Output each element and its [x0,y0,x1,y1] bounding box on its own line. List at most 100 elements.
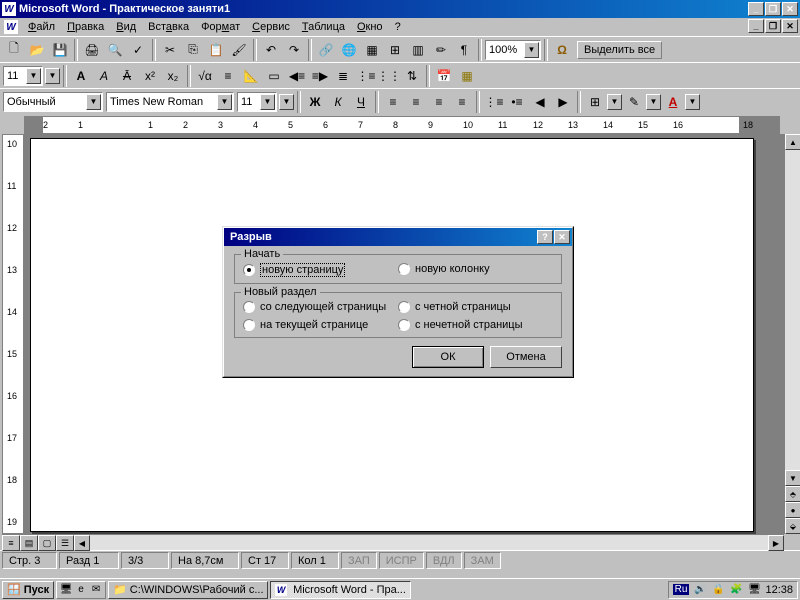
menu-edit[interactable]: Правка [61,19,110,35]
scroll-right-icon[interactable]: ▶ [768,535,784,551]
restore-button[interactable]: ❐ [765,2,781,16]
menu-window[interactable]: Окно [351,19,389,35]
underline-icon[interactable]: Ч [350,91,372,113]
show-paragraph-icon[interactable]: ¶ [453,39,475,61]
borders-icon[interactable]: ⊞ [584,91,606,113]
radio-next-page[interactable]: со следующей страницы [243,301,398,313]
dialog-help-button[interactable]: ? [537,230,553,244]
textbox-icon[interactable]: ▭ [263,65,285,87]
menu-view[interactable]: Вид [110,19,142,35]
bullet-list-icon[interactable]: ⋮≡ [355,65,377,87]
dialog-titlebar[interactable]: Разрыв ? ✕ [224,228,572,246]
columns-icon[interactable]: ▥ [407,39,429,61]
new-doc-icon[interactable]: 🗋 [3,39,25,61]
print-preview-icon[interactable]: 🔍 [104,39,126,61]
font-color-icon[interactable]: A [662,91,684,113]
align-right-icon[interactable]: ≡ [428,91,450,113]
menu-help[interactable]: ? [389,19,407,35]
tables-borders-icon[interactable]: ▦ [361,39,383,61]
web-toolbar-icon[interactable]: 🌐 [338,39,360,61]
chevron-down-icon[interactable]: ▼ [524,42,539,58]
oe-icon[interactable]: ✉ [89,583,103,597]
scroll-left-icon[interactable]: ◀ [74,535,90,551]
num-list-icon[interactable]: ≣ [332,65,354,87]
prev-page-icon[interactable]: ⬘ [785,486,800,502]
minimize-button[interactable]: _ [748,2,764,16]
insert-table-icon[interactable]: ⊞ [384,39,406,61]
cancel-button[interactable]: Отмена [490,346,562,368]
scroll-up-icon[interactable]: ▲ [785,134,800,150]
menu-table[interactable]: Таблица [296,19,351,35]
vertical-ruler[interactable]: 10111213141516171819 [2,134,24,534]
chevron-down-icon[interactable]: ▼ [86,94,101,110]
bullets-icon[interactable]: •≡ [506,91,528,113]
drawing-icon[interactable]: ✏ [430,39,452,61]
sort-icon[interactable]: ⇅ [401,65,423,87]
bold-icon[interactable]: Ж [304,91,326,113]
cut-icon[interactable]: ✂ [159,39,181,61]
menu-format[interactable]: Формат [195,19,246,35]
outline-view-icon[interactable]: ☰ [56,535,74,551]
hyperlink-icon[interactable]: 🔗 [315,39,337,61]
align-left-icon[interactable]: ≡ [382,91,404,113]
print-icon[interactable]: 🖨 [81,39,103,61]
size-combo[interactable]: 11 ▼ [237,92,277,112]
save-icon[interactable]: 💾 [49,39,71,61]
mdi-restore-button[interactable]: ❐ [765,19,781,33]
online-view-icon[interactable]: ▤ [20,535,38,551]
language-indicator[interactable]: Ru [673,584,690,595]
spelling-icon[interactable]: ✓ [127,39,149,61]
radio-odd-page[interactable]: с нечетной страницы [398,319,553,331]
mdi-close-button[interactable]: ✕ [782,19,798,33]
tray-app-icon[interactable]: 🧩 [729,583,743,597]
chevron-down-icon[interactable]: ▼ [260,94,275,110]
decrease-indent-icon[interactable]: ◀ [529,91,551,113]
align-center-icon[interactable]: ≡ [405,91,427,113]
style-combo[interactable]: Обычный ▼ [3,92,103,112]
page-view-icon[interactable]: ▢ [38,535,56,551]
radio-new-page[interactable]: новую страницу [243,263,398,277]
font-size-combo2[interactable]: 11 ▼ [3,66,43,86]
dialog-close-button[interactable]: ✕ [554,230,570,244]
superscript-icon[interactable]: x² [139,65,161,87]
mdi-minimize-button[interactable]: _ [748,19,764,33]
close-button[interactable]: ✕ [782,2,798,16]
scroll-down-icon[interactable]: ▼ [785,470,800,486]
sqrt-icon[interactable]: √α [194,65,216,87]
horizontal-ruler[interactable]: 211234567891011121314151618 [24,116,780,134]
browse-object-icon[interactable]: ● [785,502,800,518]
multilevel-icon[interactable]: ⋮⋮ [378,65,400,87]
open-icon[interactable]: 📂 [26,39,48,61]
font-combo[interactable]: Times New Roman ▼ [106,92,234,112]
select-all-button[interactable]: Выделить все [577,41,662,59]
ruler-icon[interactable]: 📐 [240,65,262,87]
copy-icon[interactable]: ⎘ [182,39,204,61]
format-painter-icon[interactable]: 🖌 [228,39,250,61]
italic-a-icon[interactable]: A [93,65,115,87]
highlight-icon[interactable]: ✎ [623,91,645,113]
horizontal-scrollbar[interactable] [90,535,768,550]
zoom-combo[interactable]: 100% ▼ [485,40,541,60]
chevron-down-icon[interactable]: ▼ [279,94,294,110]
radio-even-page[interactable]: с четной страницы [398,301,553,313]
next-page-icon[interactable]: ⬙ [785,518,800,534]
status-rec[interactable]: ЗАП [341,552,377,569]
increase-indent-icon[interactable]: ▶ [552,91,574,113]
tray-lock-icon[interactable]: 🔒 [711,583,725,597]
redo-icon[interactable]: ↷ [283,39,305,61]
chevron-down-icon[interactable]: ▼ [607,94,622,110]
chevron-down-icon[interactable]: ▼ [26,68,41,84]
ie-icon[interactable]: e [74,583,88,597]
outdent-icon[interactable]: ◀≡ [286,65,308,87]
taskbar-task1[interactable]: 📁 C:\WINDOWS\Рабочий с... [108,581,268,599]
ok-button[interactable]: ОК [412,346,484,368]
chevron-down-icon[interactable]: ▼ [685,94,700,110]
radio-new-column[interactable]: новую колонку [398,263,553,275]
numbering-icon[interactable]: ⋮≡ [483,91,505,113]
radio-current-page[interactable]: на текущей странице [243,319,398,331]
menu-file[interactable]: Файл [22,19,61,35]
color-box-icon[interactable]: ▦ [456,65,478,87]
align-justify-icon[interactable]: ≡ [451,91,473,113]
menu-tools[interactable]: Сервис [246,19,296,35]
omega-icon[interactable]: Ω [551,39,573,61]
